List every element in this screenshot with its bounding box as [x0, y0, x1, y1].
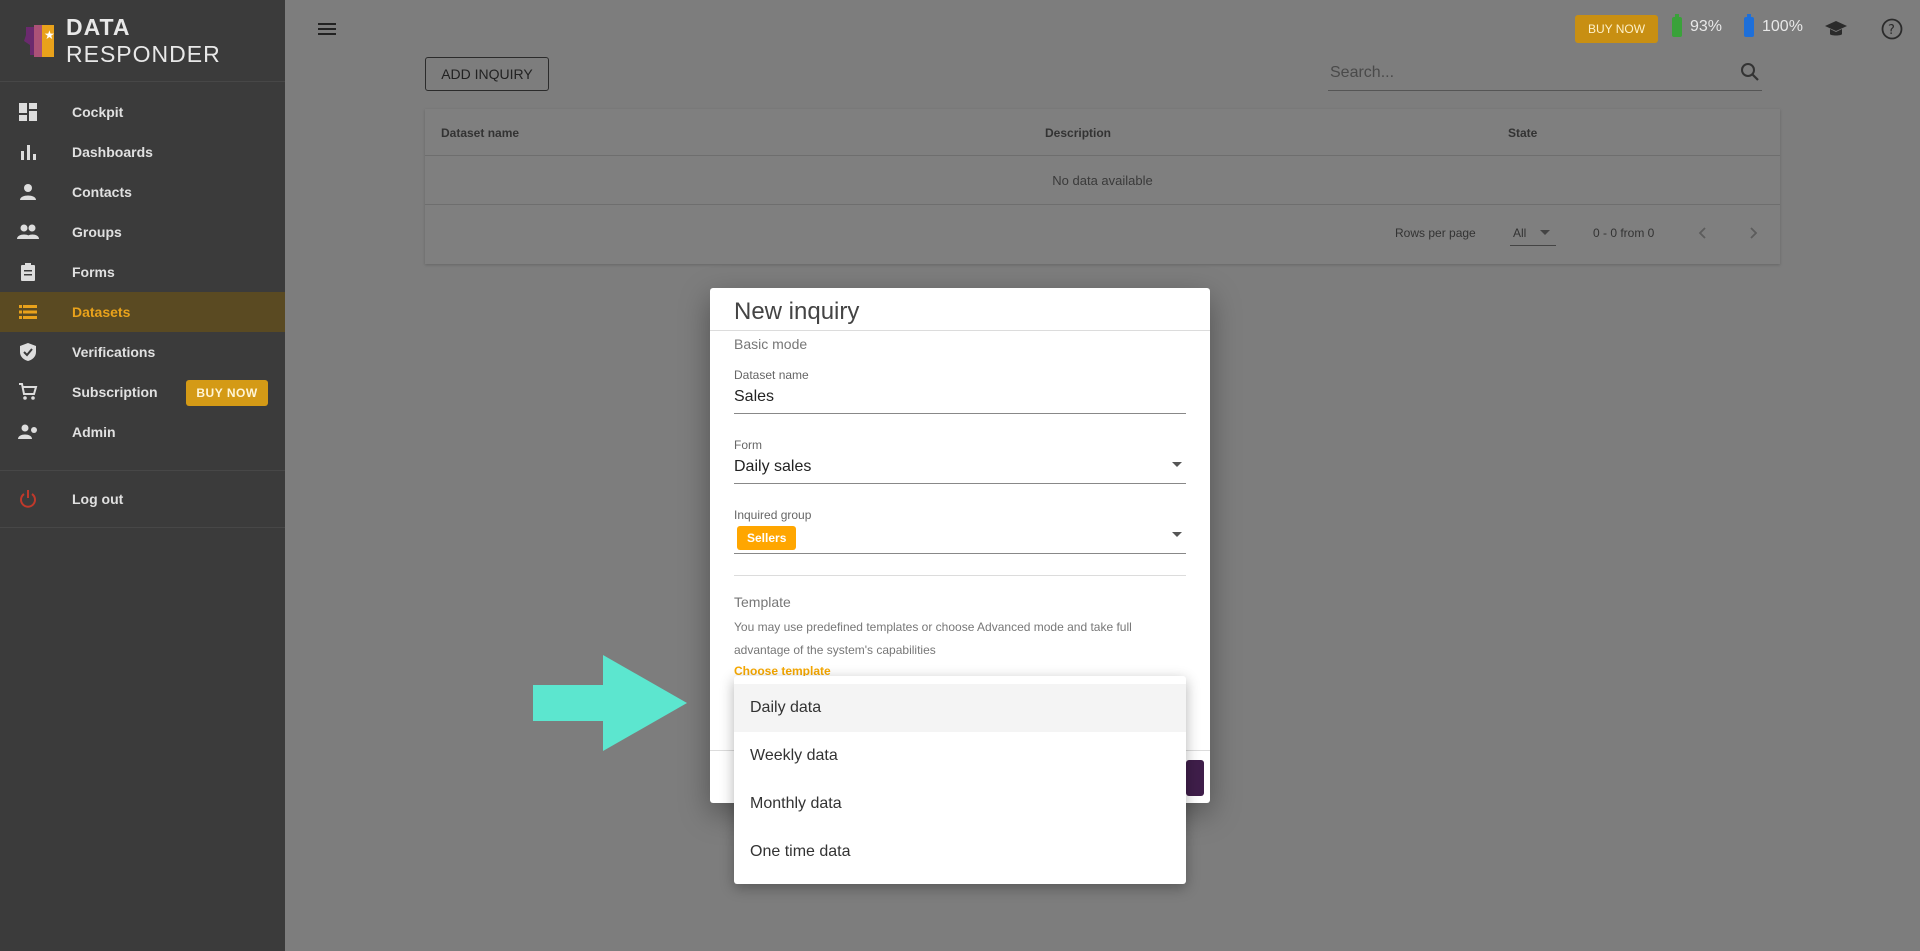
logo-icon: ★ [20, 21, 60, 61]
sidebar-item-label: Admin [72, 424, 116, 440]
form-select[interactable]: Form Daily sales [734, 438, 1186, 484]
sidebar-item-forms[interactable]: Forms [0, 252, 285, 292]
dataset-name-input[interactable]: Sales [734, 388, 774, 406]
rows-per-page-select[interactable]: All [1510, 219, 1556, 246]
sidebar-item-label: Dashboards [72, 144, 153, 160]
next-page-icon[interactable] [1743, 223, 1763, 243]
topbar-buy-now-button[interactable]: BUY NOW [1575, 15, 1658, 43]
battery-blue-indicator: 100% [1744, 14, 1803, 37]
battery-green-icon [1672, 14, 1682, 37]
rows-per-page-label: Rows per page [1395, 226, 1476, 240]
sidebar-item-label: Datasets [72, 304, 131, 320]
pointer-arrow-icon [533, 655, 687, 751]
shield-check-icon [16, 340, 40, 364]
template-menu: Daily data Weekly data Monthly data One … [734, 676, 1186, 884]
cart-icon [16, 380, 40, 404]
help-icon[interactable]: ? [1880, 17, 1904, 41]
sidebar-item-label: Verifications [72, 344, 156, 360]
sidebar-item-logout[interactable]: Log out [0, 479, 285, 519]
admin-icon [16, 420, 40, 444]
table-footer: Rows per page All 0 - 0 from 0 [425, 205, 1780, 263]
bar-chart-icon [16, 140, 40, 164]
graduation-cap-icon[interactable] [1824, 17, 1848, 41]
group-chip-sellers[interactable]: Sellers [737, 526, 797, 550]
chevron-down-icon [1540, 230, 1550, 235]
sidebar-item-label: Subscription [72, 384, 158, 400]
menu-item-one-time-data[interactable]: One time data [734, 828, 1186, 876]
battery-green-indicator: 93% [1672, 14, 1722, 37]
svg-text:★: ★ [44, 28, 55, 42]
sidebar-item-cockpit[interactable]: Cockpit [0, 92, 285, 132]
dropdown-arrow-icon [1172, 462, 1182, 467]
add-inquiry-button[interactable]: ADD INQUIRY [425, 57, 549, 91]
sidebar-divider [0, 470, 285, 471]
clipboard-icon [16, 260, 40, 284]
dialog-divider [710, 330, 1210, 331]
search-input[interactable] [1328, 58, 1712, 88]
column-header-description[interactable]: Description [1045, 126, 1111, 140]
list-icon [16, 300, 40, 324]
sidebar-item-dashboards[interactable]: Dashboards [0, 132, 285, 172]
dialog-title: New inquiry [734, 298, 860, 325]
menu-item-weekly-data[interactable]: Weekly data [734, 732, 1186, 780]
dashboard-icon [16, 100, 40, 124]
search-icon[interactable] [1738, 60, 1762, 84]
sidebar-item-admin[interactable]: Admin [0, 412, 285, 452]
sidebar-nav: Cockpit Dashboards Contacts Groups Forms [0, 82, 285, 452]
app-name: DATA RESPONDER [66, 13, 221, 67]
prev-page-icon[interactable] [1693, 223, 1713, 243]
power-icon [16, 487, 40, 511]
sidebar-item-label: Forms [72, 264, 115, 280]
sidebar-item-label: Log out [72, 491, 124, 507]
people-icon [16, 220, 40, 244]
pagination-range: 0 - 0 from 0 [1593, 226, 1655, 240]
dropdown-arrow-icon [1172, 532, 1182, 537]
inquired-group-select[interactable]: Inquired group Sellers [734, 508, 1186, 554]
person-icon [16, 180, 40, 204]
sidebar-item-contacts[interactable]: Contacts [0, 172, 285, 212]
dialog-divider [734, 575, 1186, 576]
sidebar-buy-now-button[interactable]: BUY NOW [186, 380, 268, 406]
column-header-dataset-name[interactable]: Dataset name [441, 126, 519, 140]
search-field [1328, 58, 1762, 91]
dataset-name-field[interactable]: Dataset name Sales [734, 368, 1186, 414]
sidebar-divider [0, 527, 285, 528]
datasets-table: Dataset name Description State No data a… [425, 109, 1780, 264]
table-empty-row: No data available [425, 156, 1780, 205]
template-title: Template [734, 594, 791, 610]
table-header: Dataset name Description State [425, 109, 1780, 156]
dialog-mode-label: Basic mode [734, 336, 808, 352]
app-logo[interactable]: ★ DATA RESPONDER [0, 0, 285, 82]
sidebar-item-verifications[interactable]: Verifications [0, 332, 285, 372]
sidebar-item-label: Cockpit [72, 104, 124, 120]
sidebar-item-label: Groups [72, 224, 122, 240]
menu-item-monthly-data[interactable]: Monthly data [734, 780, 1186, 828]
template-description: You may use predefined templates or choo… [734, 620, 1132, 657]
sidebar: ★ DATA RESPONDER Cockpit Dashboards Cont… [0, 0, 285, 951]
menu-item-daily-data[interactable]: Daily data [734, 684, 1186, 732]
column-header-state[interactable]: State [1508, 126, 1537, 140]
battery-blue-icon [1744, 14, 1754, 37]
sidebar-item-subscription[interactable]: Subscription BUY NOW [0, 372, 285, 412]
sidebar-item-groups[interactable]: Groups [0, 212, 285, 252]
hamburger-menu-icon[interactable] [315, 17, 339, 41]
sidebar-item-label: Contacts [72, 184, 132, 200]
svg-text:?: ? [1888, 23, 1895, 38]
sidebar-item-datasets[interactable]: Datasets [0, 292, 285, 332]
dialog-action-button[interactable] [1186, 760, 1204, 796]
